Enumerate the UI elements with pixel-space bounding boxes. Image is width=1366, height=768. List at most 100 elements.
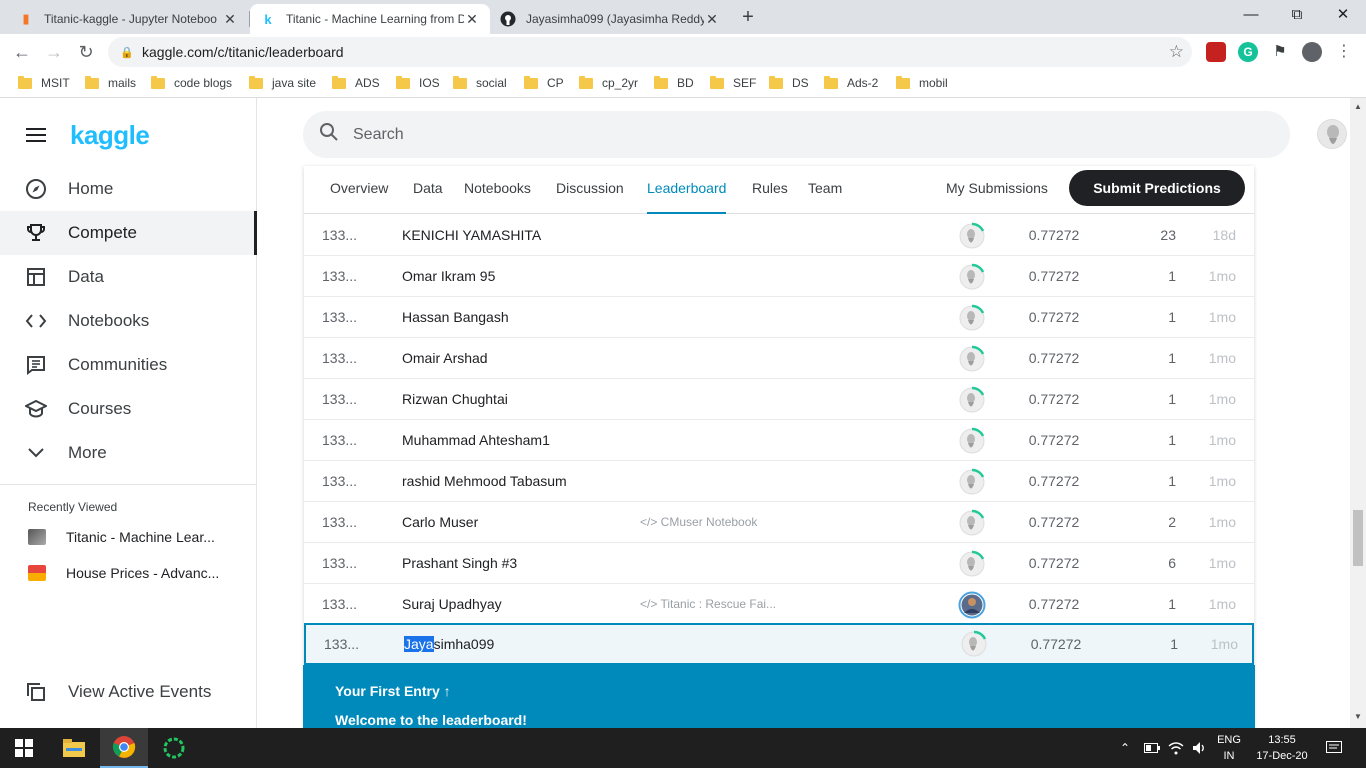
notebook-link[interactable]: </> Titanic : Rescue Fai... [640, 584, 776, 625]
bookmark-folder[interactable]: SEF [710, 75, 756, 90]
team-avatar[interactable] [958, 304, 986, 332]
bookmark-folder[interactable]: cp_2yr [579, 75, 638, 90]
sidebar-item-courses[interactable]: Courses [0, 387, 257, 431]
submit-predictions-button[interactable]: Submit Predictions [1069, 170, 1245, 206]
table-row[interactable]: 133... KENICHI YAMASHITA 0.77272 23 18d [304, 215, 1254, 256]
team-avatar[interactable] [958, 345, 986, 373]
team-name-cell[interactable]: Omar Ikram 95 [402, 256, 495, 297]
bookmark-folder[interactable]: mails [85, 75, 136, 90]
sidebar-item-compete[interactable]: Compete [0, 211, 257, 255]
notebook-link[interactable]: </> CMuser Notebook [640, 502, 757, 543]
team-name-cell[interactable]: Hassan Bangash [402, 297, 509, 338]
team-name-cell[interactable]: KENICHI YAMASHITA [402, 215, 541, 256]
table-row[interactable]: 133... Omar Ikram 95 0.77272 1 1mo [304, 256, 1254, 297]
team-name-cell[interactable]: Muhammad Ahtesham1 [402, 420, 550, 461]
scroll-down-arrow-icon[interactable]: ▼ [1354, 712, 1362, 721]
close-icon[interactable]: ✕ [222, 11, 238, 28]
team-name-cell[interactable]: Carlo Muser [402, 502, 478, 543]
tab-notebooks[interactable]: Notebooks [464, 166, 531, 214]
recent-item-house-prices[interactable]: House Prices - Advanc... [28, 565, 219, 581]
close-window-button[interactable]: ✕ [1320, 0, 1366, 34]
wifi-icon[interactable] [1168, 728, 1184, 768]
team-avatar[interactable] [958, 550, 986, 578]
sidebar-item-more[interactable]: More [0, 431, 257, 475]
user-avatar[interactable] [1317, 119, 1347, 149]
team-name-cell[interactable]: Suraj Upadhyay [402, 584, 502, 625]
sidebar-item-notebooks[interactable]: Notebooks [0, 299, 257, 343]
back-button[interactable]: ← [10, 40, 34, 64]
tab-overview[interactable]: Overview [330, 166, 388, 214]
tab-rules[interactable]: Rules [752, 166, 788, 214]
tab-team[interactable]: Team [808, 166, 842, 214]
bookmark-folder[interactable]: code blogs [151, 75, 232, 90]
address-bar[interactable]: 🔒 kaggle.com/c/titanic/leaderboard ☆ [108, 37, 1192, 67]
extension-red-icon[interactable] [1206, 42, 1226, 62]
jupyter-taskbar-icon[interactable] [150, 728, 198, 768]
team-name-cell[interactable]: Jayasimha099 [404, 625, 494, 666]
close-icon[interactable]: ✕ [704, 11, 720, 28]
bookmark-folder[interactable]: java site [249, 75, 316, 90]
table-row[interactable]: 133... rashid Mehmood Tabasum 0.77272 1 1mo [304, 461, 1254, 502]
team-name-cell[interactable]: Prashant Singh #3 [402, 543, 517, 584]
bookmark-folder[interactable]: ADS [332, 75, 380, 90]
sidebar-item-home[interactable]: Home [0, 167, 257, 211]
recent-item-titanic[interactable]: Titanic - Machine Lear... [28, 529, 215, 545]
browser-tab-github[interactable]: Jayasimha099 (Jayasimha Reddy) ✕ [490, 4, 730, 34]
my-leaderboard-row[interactable]: 133... Jayasimha099 0.77272 1 1mo [304, 623, 1254, 665]
bookmark-folder[interactable]: mobil [896, 75, 948, 90]
team-avatar[interactable] [958, 427, 986, 455]
browser-tab-jupyter[interactable]: ▮ Titanic-kaggle - Jupyter Noteboo ✕ [8, 4, 248, 34]
table-row[interactable]: 133... Hassan Bangash 0.77272 1 1mo [304, 297, 1254, 338]
bookmark-folder[interactable]: IOS [396, 75, 440, 90]
restore-button[interactable]: ⧉ [1274, 0, 1320, 34]
team-name-cell[interactable]: Omair Arshad [402, 338, 488, 379]
tab-discussion[interactable]: Discussion [556, 166, 624, 214]
browser-tab-kaggle[interactable]: k Titanic - Machine Learning from D ✕ [250, 4, 490, 34]
close-icon[interactable]: ✕ [464, 11, 480, 28]
bookmark-folder[interactable]: DS [769, 75, 809, 90]
search-input[interactable]: Search [303, 111, 1290, 158]
forward-button[interactable]: → [42, 40, 66, 64]
my-submissions-link[interactable]: My Submissions [946, 166, 1048, 214]
language-indicator[interactable]: ENG IN [1212, 732, 1246, 764]
file-explorer-icon[interactable] [50, 728, 98, 768]
tray-chevron-icon[interactable]: ⌃ [1120, 728, 1130, 768]
team-name-cell[interactable]: Rizwan Chughtai [402, 379, 508, 420]
table-row[interactable]: 133... Omair Arshad 0.77272 1 1mo [304, 338, 1254, 379]
team-name-cell[interactable]: rashid Mehmood Tabasum [402, 461, 567, 502]
scroll-up-arrow-icon[interactable]: ▲ [1354, 102, 1362, 111]
sidebar-item-data[interactable]: Data [0, 255, 257, 299]
puzzle-icon[interactable]: ⚑ [1270, 42, 1290, 62]
clock[interactable]: 13:55 17-Dec-20 [1250, 732, 1314, 764]
grammarly-icon[interactable]: G [1238, 42, 1258, 62]
view-active-events-link[interactable]: View Active Events [0, 670, 257, 714]
bookmark-folder[interactable]: social [453, 75, 507, 90]
notification-icon[interactable] [1326, 728, 1342, 768]
minimize-button[interactable]: — [1228, 0, 1274, 34]
team-avatar[interactable] [958, 386, 986, 414]
bookmark-star-icon[interactable]: ☆ [1169, 42, 1184, 62]
table-row[interactable]: 133... Muhammad Ahtesham1 0.77272 1 1mo [304, 420, 1254, 461]
team-avatar[interactable] [958, 222, 986, 250]
table-row[interactable]: 133... Rizwan Chughtai 0.77272 1 1mo [304, 379, 1254, 420]
volume-icon[interactable] [1192, 728, 1208, 768]
new-tab-button[interactable]: + [737, 7, 759, 29]
bookmark-folder[interactable]: MSIT [18, 75, 70, 90]
team-avatar[interactable] [958, 468, 986, 496]
profile-avatar-icon[interactable] [1302, 42, 1322, 62]
page-scrollbar[interactable]: ▲ ▼ [1350, 98, 1366, 728]
battery-icon[interactable] [1144, 728, 1160, 768]
menu-icon[interactable] [26, 128, 46, 142]
scrollbar-thumb[interactable] [1353, 510, 1363, 566]
bookmark-folder[interactable]: BD [654, 75, 694, 90]
team-avatar[interactable] [958, 263, 986, 291]
team-avatar[interactable] [958, 509, 986, 537]
table-row[interactable]: 133... Carlo Muser </> CMuser Notebook 0.77… [304, 502, 1254, 543]
team-avatar[interactable] [960, 630, 988, 658]
tab-leaderboard[interactable]: Leaderboard [647, 166, 727, 214]
windows-start-button[interactable] [0, 728, 48, 768]
tab-data[interactable]: Data [413, 166, 443, 214]
reload-button[interactable]: ↻ [74, 40, 98, 64]
bookmark-folder[interactable]: CP [524, 75, 564, 90]
sidebar-item-communities[interactable]: Communities [0, 343, 257, 387]
